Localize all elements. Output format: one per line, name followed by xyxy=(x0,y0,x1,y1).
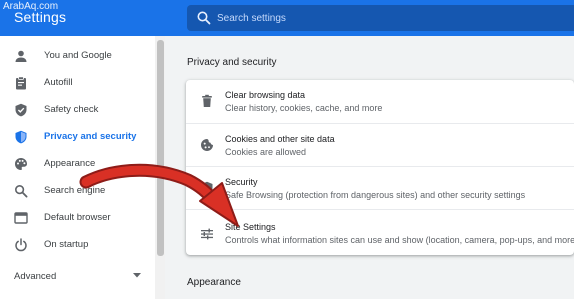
sidebar: You and Google Autofill Safety check Pri… xyxy=(0,36,165,299)
power-icon xyxy=(14,237,28,252)
privacy-card: Clear browsing data Clear history, cooki… xyxy=(186,80,574,255)
sidebar-item-label: Privacy and security xyxy=(44,131,137,142)
sidebar-item-label: On startup xyxy=(44,239,89,250)
row-cookies[interactable]: Cookies and other site data Cookies are … xyxy=(186,123,574,166)
clipboard-icon xyxy=(14,75,28,90)
sidebar-item-safety-check[interactable]: Safety check xyxy=(0,96,155,123)
row-subtitle: Safe Browsing (protection from dangerous… xyxy=(225,190,526,200)
sidebar-item-default-browser[interactable]: Default browser xyxy=(0,204,155,231)
palette-icon xyxy=(14,157,28,171)
watermark: ArabAq.com xyxy=(3,1,59,12)
shield-icon xyxy=(201,181,213,195)
sidebar-item-appearance[interactable]: Appearance xyxy=(0,150,155,177)
row-subtitle: Cookies are allowed xyxy=(225,147,307,157)
row-subtitle: Clear history, cookies, cache, and more xyxy=(225,103,383,113)
sidebar-scrollbar-thumb[interactable] xyxy=(157,40,164,256)
sidebar-advanced-toggle[interactable]: Advanced xyxy=(0,264,155,288)
sidebar-item-label: Search engine xyxy=(44,185,106,196)
row-subtitle: Controls what information sites can use … xyxy=(225,235,574,245)
row-site-settings[interactable]: Site Settings Controls what information … xyxy=(186,209,574,255)
sidebar-item-label: Appearance xyxy=(44,158,96,169)
sidebar-item-on-startup[interactable]: On startup xyxy=(0,231,155,258)
search-icon xyxy=(14,184,28,198)
row-title: Site Settings xyxy=(225,222,276,232)
search-box[interactable] xyxy=(187,5,574,31)
top-bar: Settings xyxy=(0,0,574,36)
trash-icon xyxy=(202,94,212,107)
search-icon xyxy=(197,11,211,25)
sidebar-item-label: Autofill xyxy=(44,77,73,88)
person-icon xyxy=(14,49,28,63)
sidebar-item-autofill[interactable]: Autofill xyxy=(0,69,155,96)
search-input[interactable] xyxy=(217,9,547,27)
sliders-icon xyxy=(201,228,213,240)
row-title: Security xyxy=(225,177,258,187)
section-title: Privacy and security xyxy=(187,57,277,68)
row-clear-browsing-data[interactable]: Clear browsing data Clear history, cooki… xyxy=(186,80,574,123)
sidebar-item-privacy-and-security[interactable]: Privacy and security xyxy=(0,123,155,150)
cookie-icon xyxy=(201,139,213,151)
shield-check-icon xyxy=(14,103,28,117)
chevron-down-icon xyxy=(133,273,141,278)
sidebar-item-label: Default browser xyxy=(44,212,111,223)
shield-icon xyxy=(14,130,28,144)
sidebar-item-search-engine[interactable]: Search engine xyxy=(0,177,155,204)
sidebar-item-you-and-google[interactable]: You and Google xyxy=(0,42,155,69)
browser-window-icon xyxy=(14,211,28,225)
row-title: Clear browsing data xyxy=(225,90,306,100)
appearance-section-title: Appearance xyxy=(187,277,241,288)
advanced-label: Advanced xyxy=(14,270,57,282)
sidebar-item-label: You and Google xyxy=(44,50,112,61)
row-title: Cookies and other site data xyxy=(225,134,335,144)
row-security[interactable]: Security Safe Browsing (protection from … xyxy=(186,166,574,209)
sidebar-item-label: Safety check xyxy=(44,104,99,115)
